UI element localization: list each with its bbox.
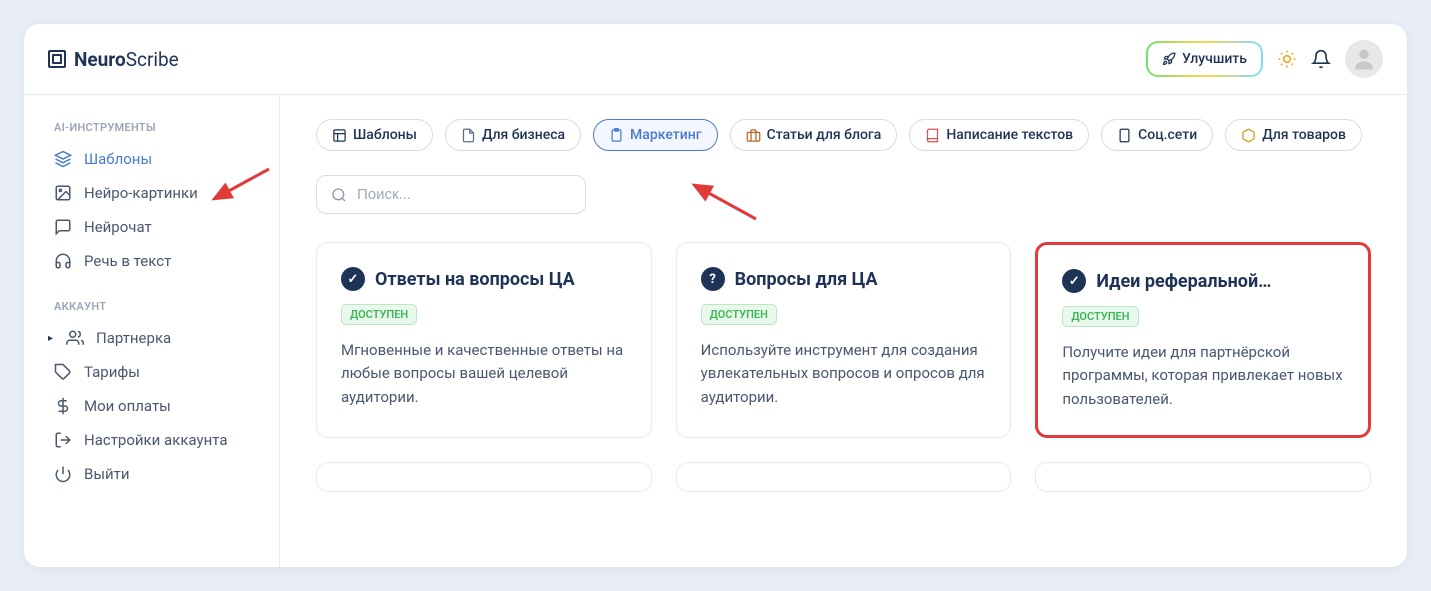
sidebar-item-label: Тарифы: [84, 363, 140, 381]
card-grid: ✓ Ответы на вопросы ЦА ДОСТУПЕН Мгновенн…: [316, 242, 1371, 438]
briefcase-icon: [746, 128, 761, 143]
header-actions: Улучшить: [1146, 40, 1383, 78]
sidebar-item-templates[interactable]: Шаблоны: [44, 142, 269, 176]
clipboard-icon: [609, 128, 624, 143]
sidebar-item-label: Мои оплаты: [84, 397, 171, 415]
status-badge: ДОСТУПЕН: [701, 304, 777, 325]
book-icon: [925, 128, 940, 143]
chip-label: Соц.сети: [1138, 127, 1197, 143]
header: NeuroScribe Улучшить: [24, 24, 1407, 94]
sun-icon[interactable]: [1277, 49, 1297, 69]
sidebar-item-speech[interactable]: Речь в текст: [44, 244, 269, 278]
sidebar-item-chat[interactable]: Нейрочат: [44, 210, 269, 244]
avatar[interactable]: [1345, 40, 1383, 78]
search-input[interactable]: [357, 186, 571, 203]
chip-social[interactable]: Соц.сети: [1101, 119, 1213, 151]
chip-label: Маркетинг: [630, 127, 702, 143]
sidebar-item-label: Нейро-картинки: [84, 184, 198, 202]
grid-icon: [332, 128, 347, 143]
upgrade-label: Улучшить: [1182, 51, 1247, 67]
chip-label: Для товаров: [1262, 127, 1346, 143]
status-badge: ДОСТУПЕН: [1062, 306, 1138, 327]
category-chips: Шаблоны Для бизнеса Маркетинг Статьи для…: [316, 119, 1371, 151]
chip-products[interactable]: Для товаров: [1225, 119, 1362, 151]
brand-rest: Scribe: [126, 48, 179, 71]
card-title: Идеи реферальной…: [1096, 271, 1271, 292]
logout-icon: [54, 431, 72, 449]
app-window: NeuroScribe Улучшить AI-ИНСТРУМЕНТЫ Шабл…: [24, 24, 1407, 567]
sidebar-item-label: Нейрочат: [84, 218, 152, 236]
sidebar-item-tariffs[interactable]: Тарифы: [44, 355, 269, 389]
chip-label: Написание текстов: [946, 127, 1073, 143]
sidebar-item-settings[interactable]: Настройки аккаунта: [44, 423, 269, 457]
sidebar-section-account: АККАУНТ: [44, 292, 269, 321]
card-referral-ideas[interactable]: ✓ Идеи реферальной… ДОСТУПЕН Получите ид…: [1035, 242, 1371, 438]
rocket-icon: [1162, 52, 1176, 66]
chip-templates[interactable]: Шаблоны: [316, 119, 433, 151]
chip-marketing[interactable]: Маркетинг: [593, 119, 718, 151]
check-clipboard-icon: ✓: [1062, 269, 1086, 293]
chip-business[interactable]: Для бизнеса: [445, 119, 581, 151]
image-icon: [54, 184, 72, 202]
chip-blog[interactable]: Статьи для блога: [730, 119, 898, 151]
brand-bold: Neuro: [74, 48, 126, 71]
sidebar-item-logout[interactable]: Выйти: [44, 457, 269, 491]
phone-icon: [1117, 128, 1132, 143]
users-icon: [66, 329, 84, 347]
card-stub[interactable]: [1035, 462, 1371, 492]
chip-label: Статьи для блога: [767, 127, 882, 143]
main-content: Шаблоны Для бизнеса Маркетинг Статьи для…: [279, 94, 1407, 567]
card-answers-ta[interactable]: ✓ Ответы на вопросы ЦА ДОСТУПЕН Мгновенн…: [316, 242, 652, 438]
doc-icon: [461, 128, 476, 143]
sidebar-item-images[interactable]: Нейро-картинки: [44, 176, 269, 210]
card-description: Используйте инструмент для создания увле…: [701, 339, 987, 409]
power-icon: [54, 465, 72, 483]
headphones-icon: [54, 252, 72, 270]
sidebar-item-label: Шаблоны: [84, 150, 152, 168]
card-stub[interactable]: [676, 462, 1012, 492]
dollar-icon: [54, 397, 72, 415]
sidebar-item-label: Партнерка: [96, 329, 171, 347]
chat-icon: [54, 218, 72, 236]
logo-icon: [48, 50, 66, 68]
tag-icon: [54, 363, 72, 381]
package-icon: [1241, 128, 1256, 143]
card-questions-ta[interactable]: ? Вопросы для ЦА ДОСТУПЕН Используйте ин…: [676, 242, 1012, 438]
card-title: Ответы на вопросы ЦА: [375, 269, 575, 290]
chip-label: Для бизнеса: [482, 127, 565, 143]
check-circle-icon: ✓: [341, 267, 365, 291]
card-description: Мгновенные и качественные ответы на любы…: [341, 339, 627, 409]
card-grid-row-2: [316, 462, 1371, 492]
chip-label: Шаблоны: [353, 127, 417, 143]
sidebar: AI-ИНСТРУМЕНТЫ Шаблоны Нейро-картинки Не…: [24, 94, 279, 567]
sidebar-item-label: Выйти: [84, 465, 130, 483]
upgrade-button[interactable]: Улучшить: [1146, 41, 1263, 77]
card-title: Вопросы для ЦА: [735, 269, 878, 290]
sidebar-item-payments[interactable]: Мои оплаты: [44, 389, 269, 423]
sidebar-item-affiliate[interactable]: Партнерка: [44, 321, 269, 355]
search-icon: [331, 187, 347, 203]
layers-icon: [54, 150, 72, 168]
card-description: Получите идеи для партнёрской программы,…: [1062, 341, 1344, 411]
sidebar-item-label: Речь в текст: [84, 252, 171, 270]
logo[interactable]: NeuroScribe: [48, 48, 179, 71]
question-circle-icon: ?: [701, 267, 725, 291]
sidebar-section-ai: AI-ИНСТРУМЕНТЫ: [44, 113, 269, 142]
search-box[interactable]: [316, 175, 586, 214]
chip-writing[interactable]: Написание текстов: [909, 119, 1089, 151]
body: AI-ИНСТРУМЕНТЫ Шаблоны Нейро-картинки Не…: [24, 94, 1407, 567]
sidebar-item-label: Настройки аккаунта: [84, 431, 227, 449]
bell-icon[interactable]: [1311, 49, 1331, 69]
status-badge: ДОСТУПЕН: [341, 304, 417, 325]
card-stub[interactable]: [316, 462, 652, 492]
